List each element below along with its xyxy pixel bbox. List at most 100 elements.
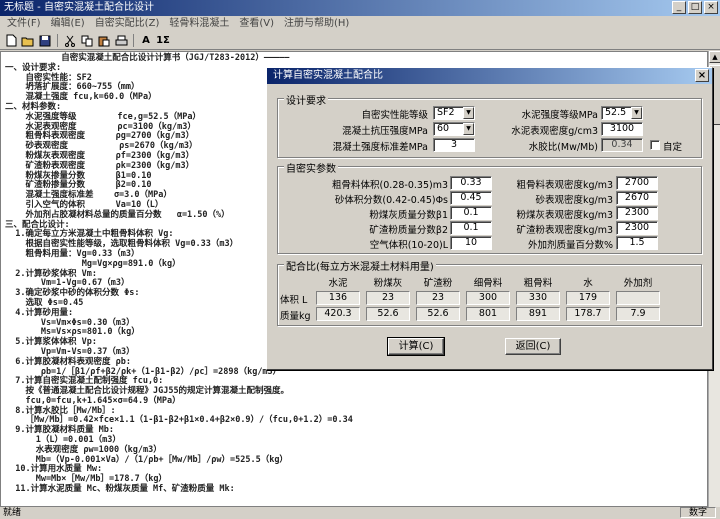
flyash-fraction-input[interactable]: 0.1 [450,206,492,220]
wb-ratio-label: 水胶比(Mw/Mb) [528,142,598,153]
mix-cell: 7.9 [616,307,660,321]
menu-help[interactable]: 注册与帮助(H) [279,16,354,32]
custom-label: 自定 [663,142,683,153]
formula-icon[interactable]: 1Σ [155,33,171,48]
menu-view[interactable]: 查看(V) [234,16,279,32]
mix-cell: 52.6 [366,307,410,321]
slag-density-label: 矿渣粉表观密度kg/m3 [516,225,613,236]
cement-grade-value: 52.5 [605,107,627,118]
paste-icon[interactable] [96,33,112,48]
strength-select[interactable]: 60 ▼ [433,122,475,136]
cement-density-input[interactable]: 3100 [601,122,643,136]
mix-header: 外加剂 [623,278,653,289]
mix-cell: 178.7 [566,307,610,321]
mix-cell: 136 [316,291,360,305]
group-title: 设计要求 [284,92,328,107]
toolbar-separator [57,34,58,47]
slag-fraction-label: 矿渣粉质量分数β2 [369,225,448,236]
chevron-down-icon: ▼ [631,107,642,119]
cement-grade-label: 水泥强度等级MPa [521,110,598,121]
mix-proportion-group: 配合比(每立方米混凝土材料用量) 水泥 粉煤灰 矿渣粉 细骨料 粗骨料 水 外加剂 体积 L 1… [277,258,702,326]
mix-cell: 891 [516,307,560,321]
window-title: 无标题 - 自密实混凝土配合比设计 [4,2,154,13]
window-titlebar: 无标题 - 自密实混凝土配合比设计 _ □ × [0,0,720,16]
font-icon[interactable]: A [138,33,154,48]
mix-header: 细骨料 [473,278,503,289]
status-numlock: 数字 [679,507,716,518]
mix-row-label: 体积 L [280,295,308,306]
admixture-input[interactable]: 1.5 [616,236,658,250]
sf-select[interactable]: SF2 ▼ [433,106,475,120]
sf-label: 自密实性能等级 [361,110,428,121]
cut-icon[interactable] [62,33,78,48]
flyash-fraction-label: 粉煤灰质量分数β1 [369,210,448,221]
flyash-density-input[interactable]: 2300 [616,206,658,220]
sigma-label: 混凝土强度标准差MPa [332,142,428,153]
flyash-density-label: 粉煤灰表观密度kg/m3 [516,210,613,221]
mix-cell: 300 [466,291,510,305]
menu-edit[interactable]: 编辑(E) [46,16,90,32]
mix-row-label: 质量kg [280,311,311,322]
maximize-icon[interactable]: □ [688,1,702,14]
document-line: 11.计算水泥质量 Mc、粉煤灰质量 Mf、矿渣粉质量 Mk: [5,484,235,495]
mix-header: 水泥 [328,278,348,289]
dialog-close-icon[interactable]: × [695,69,709,82]
mix-cell: 52.6 [416,307,460,321]
strength-label: 混凝土抗压强度MPa [342,126,428,137]
calculate-button[interactable]: 计算(C) [387,337,445,356]
custom-checkbox[interactable] [650,140,660,150]
sand-density-label: 砂表观密度kg/m3 [535,195,613,206]
strength-value: 60 [437,123,450,134]
close-icon[interactable]: × [704,1,718,14]
coarse-density-input[interactable]: 2700 [616,176,658,190]
sigma-input[interactable]: 3 [433,138,475,152]
mix-design-dialog: 计算自密实混凝土配合比 × 设计要求 自密实性能等级 SF2 ▼ 水泥强度等级MP… [266,67,713,370]
mix-cell: 330 [516,291,560,305]
toolbar: A 1Σ [0,32,720,50]
air-volume-label: 空气体积(10-20)L [369,240,448,251]
new-icon[interactable] [3,33,19,48]
sand-density-input[interactable]: 2670 [616,191,658,205]
minimize-icon[interactable]: _ [672,1,686,14]
chevron-down-icon: ▼ [463,107,474,119]
copy-icon[interactable] [79,33,95,48]
sand-fraction-input[interactable]: 0.45 [450,191,492,205]
scroll-up-icon[interactable]: ▲ [709,51,720,63]
document-line: Mb=（Vp-0.001×Va）/（1/ρb+［Mw/Mb］/ρw）=525.5… [5,454,288,465]
status-text: 就绪 [3,508,22,518]
open-icon[interactable] [20,33,36,48]
coarse-density-label: 粗骨料表观密度kg/m3 [516,180,613,191]
coarse-volume-label: 粗骨料体积(0.28-0.35)m3 [332,180,448,191]
mix-cell: 801 [466,307,510,321]
slag-fraction-input[interactable]: 0.1 [450,221,492,235]
wb-ratio-input[interactable]: 0.34 [601,138,643,152]
scc-parameters-group: 自密实参数 粗骨料体积(0.28-0.35)m3 0.33 粗骨料表观密度kg/… [277,160,702,254]
menu-file[interactable]: 文件(F) [2,16,46,32]
sf-value: SF2 [437,107,455,118]
slag-density-input[interactable]: 2300 [616,221,658,235]
dialog-titlebar: 计算自密实混凝土配合比 × [267,68,712,84]
print-icon[interactable] [113,33,129,48]
menu-bar: 文件(F) 编辑(E) 自密实配比(Z) 轻骨料混凝土 查看(V) 注册与帮助(… [0,16,720,32]
sand-fraction-label: 砂体积分数(0.42-0.45)Φs [334,195,448,206]
air-volume-input[interactable]: 10 [450,236,492,250]
document-line: 自密实混凝土配合比设计计算书（JGJ/T283-2012）————— [5,53,290,63]
admixture-label: 外加剂质量百分数% [527,240,613,251]
cement-density-label: 水泥表观密度g/cm3 [511,126,598,137]
mix-header: 粉煤灰 [373,278,403,289]
menu-scc-mix[interactable]: 自密实配比(Z) [90,16,165,32]
mix-cell: 23 [416,291,460,305]
cement-grade-select[interactable]: 52.5 ▼ [601,106,643,120]
status-bar: 就绪 数字 [0,507,720,519]
chevron-down-icon: ▼ [463,123,474,135]
group-title: 配合比(每立方米混凝土材料用量) [284,258,436,273]
design-requirements-group: 设计要求 自密实性能等级 SF2 ▼ 水泥强度等级MPa 52.5 ▼ 混凝土抗压强… [277,92,702,158]
coarse-volume-input[interactable]: 0.33 [450,176,492,190]
save-icon[interactable] [37,33,53,48]
mix-header: 矿渣粉 [423,278,453,289]
mix-cell [616,291,660,305]
mix-header: 水 [583,278,593,289]
menu-lightweight[interactable]: 轻骨料混凝土 [164,16,234,32]
mix-cell: 179 [566,291,610,305]
back-button[interactable]: 返回(C) [505,338,561,355]
